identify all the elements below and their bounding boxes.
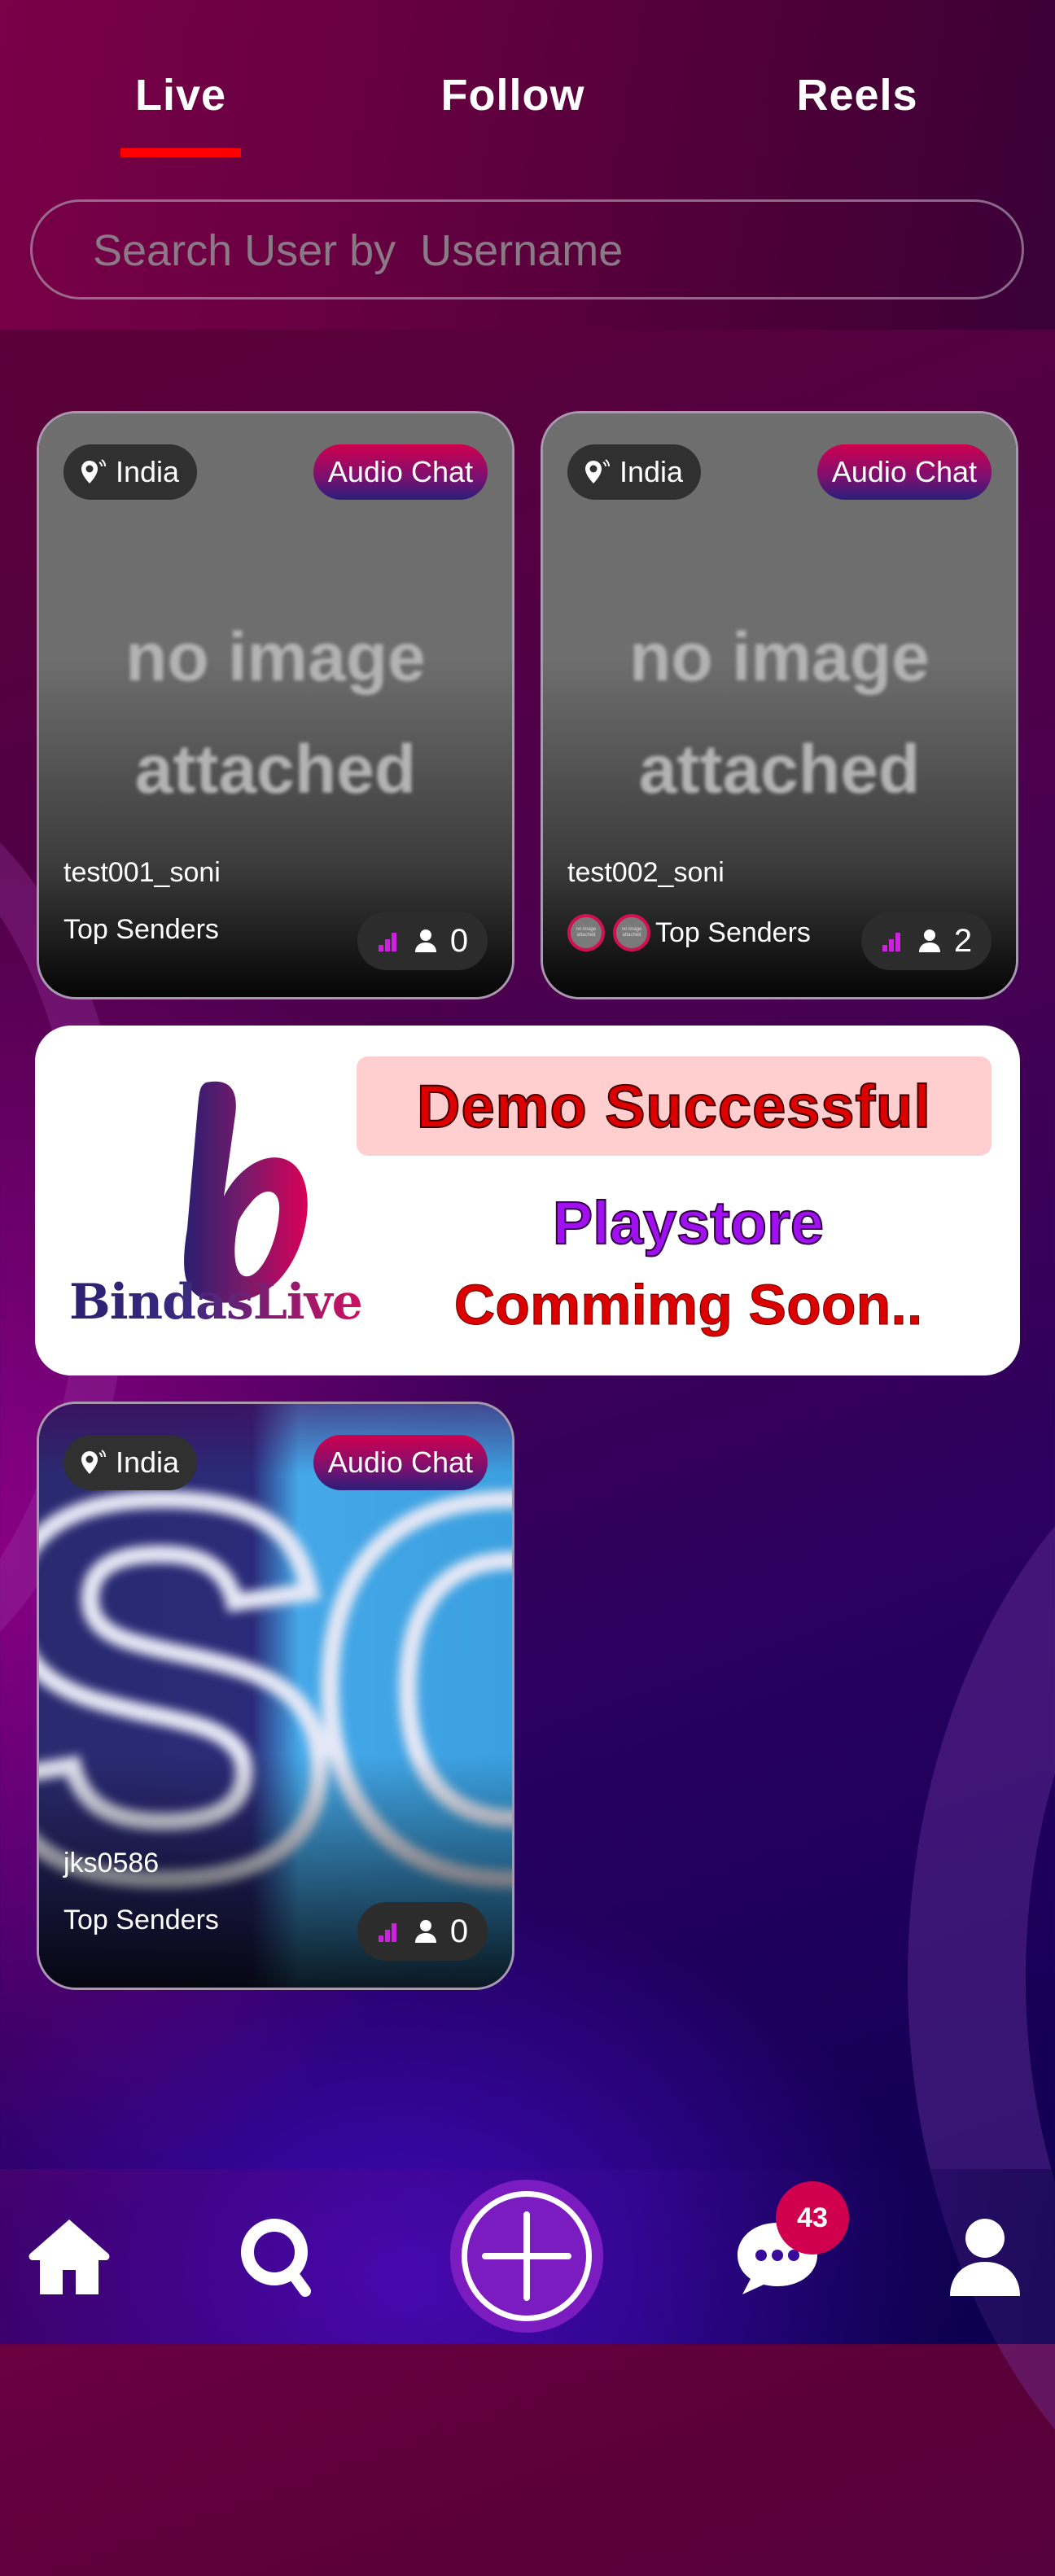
live-card[interactable]: SC India Audio Chat jks0586 Top Senders … [37,1402,514,1990]
user-icon [950,2218,1020,2296]
search-input[interactable] [91,202,990,299]
plus-icon [482,2211,571,2301]
nav-search[interactable] [230,2169,328,2344]
no-image-placeholder: no image attached [39,601,512,825]
top-senders-label: Top Senders [63,1905,219,1935]
top-senders[interactable]: no image attached no image attached Top … [567,914,811,951]
placeholder-line: attached [638,731,921,807]
coming-soon-label: Commimg Soon.. [453,1273,923,1337]
viewer-count-pill: 0 [357,1902,488,1961]
no-image-placeholder: no image attached [543,601,1016,825]
user-icon [918,929,940,952]
thumbnail-shade [39,1404,512,1988]
plus-circle-icon [462,2191,592,2321]
viewer-count: 0 [449,1913,469,1949]
signal-bars-icon [882,933,900,951]
card-thumbnail: no image attached [39,413,512,997]
top-senders-label: Top Senders [63,914,219,945]
country-label: India [619,455,684,488]
home-icon [28,2219,110,2294]
playstore-label: Playstore [552,1188,825,1257]
top-senders-label: Top Senders [655,916,811,948]
country-badge: India [63,444,198,500]
viewer-count-pill: 2 [861,912,992,970]
decorative-arc [908,1380,1055,2576]
tab-live[interactable]: Live [135,70,226,120]
username: test002_soni [567,857,724,888]
top-tabs: Live Follow Reels [0,70,1055,127]
placeholder-line: no image [629,619,930,695]
search-icon [241,2218,311,2297]
live-card[interactable]: no image attached India Audio Chat test0… [37,411,514,999]
country-label: India [116,455,180,488]
username: jks0586 [63,1848,160,1878]
audio-chat-badge: Audio Chat [313,1435,488,1490]
location-signal-icon [81,1450,106,1474]
audio-chat-badge: Audio Chat [313,444,488,500]
placeholder-line: attached [134,731,417,807]
sender-avatar: no image attached [613,914,650,951]
tab-reels[interactable]: Reels [796,70,917,120]
top-senders[interactable]: Top Senders [63,1905,219,1936]
live-card[interactable]: no image attached India Audio Chat test0… [541,411,1018,999]
unread-messages-badge: 43 [776,2181,849,2255]
audio-chat-badge: Audio Chat [816,444,992,500]
placeholder-line: no image [125,619,426,695]
user-icon [414,929,436,952]
country-badge: India [567,444,702,500]
card-thumbnail: no image attached [543,413,1016,997]
signal-bars-icon [378,933,396,951]
signal-bars-icon [378,1923,396,1942]
country-badge: India [63,1435,198,1490]
demo-headline-box: Demo Successful [357,1056,992,1156]
nav-profile[interactable] [936,2169,1034,2344]
go-live-button[interactable] [450,2180,603,2333]
viewer-count-pill: 0 [357,912,488,970]
nav-home[interactable] [20,2169,118,2344]
country-label: India [116,1445,180,1479]
viewer-count: 0 [449,922,469,959]
active-tab-indicator [120,148,241,157]
top-senders[interactable]: Top Senders [63,914,219,946]
viewer-count: 2 [953,922,973,959]
demo-headline: Demo Successful [416,1072,931,1141]
card-thumbnail: SC [39,1404,512,1988]
location-signal-icon [81,459,106,483]
user-icon [414,1920,436,1943]
tab-follow[interactable]: Follow [441,70,585,120]
search-box [30,199,1024,300]
location-signal-icon [585,459,610,483]
promo-banner[interactable]: BindasLive Demo Successful Playstore Com… [35,1026,1020,1375]
sender-avatar: no image attached [567,914,605,951]
username: test001_soni [63,857,221,888]
